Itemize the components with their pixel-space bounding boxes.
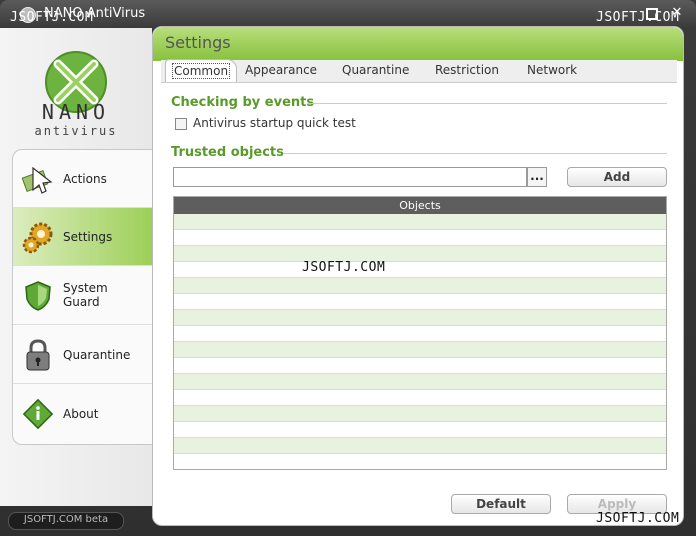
sidebar-item-label: System Guard (63, 281, 108, 309)
section-title-trusted: Trusted objects (171, 145, 284, 160)
settings-panel: Settings Common Appearance Quarantine Re… (152, 26, 684, 526)
padlock-icon (26, 339, 50, 371)
table-row[interactable] (174, 262, 666, 278)
tab-restriction[interactable]: Restriction (435, 63, 499, 77)
table-row[interactable] (174, 390, 666, 406)
startup-check-label: Antivirus startup quick test (193, 116, 356, 130)
sidebar-nav: Actions Settings System Guard Quarantine… (12, 149, 152, 445)
table-row[interactable] (174, 454, 666, 469)
tab-quarantine[interactable]: Quarantine (342, 63, 409, 77)
sidebar-item-label: Settings (63, 230, 113, 244)
tab-label: Common (172, 63, 231, 79)
section-title-checking: Checking by events (171, 95, 315, 110)
settings-tabs: Common Appearance Quarantine Restriction… (161, 59, 677, 83)
info-icon (22, 398, 54, 430)
table-row[interactable] (174, 406, 666, 422)
startup-check-checkbox[interactable] (175, 118, 187, 130)
sidebar-item-label: Quarantine (63, 348, 131, 362)
watermark: JSOFTJ.COM (596, 511, 680, 526)
watermark: JSOFTJ.COM (10, 10, 94, 25)
table-row[interactable] (174, 342, 666, 358)
panel-header: Settings (153, 27, 683, 61)
default-button[interactable]: Default (451, 494, 551, 514)
app-window: NANO AntiVirus ✕ JSOFTJ.COM JSOFTJ.COM N… (0, 0, 696, 536)
actions-icon (21, 166, 53, 194)
sidebar-item-label: About (63, 407, 99, 421)
table-row[interactable] (174, 422, 666, 438)
gears-icon (22, 222, 53, 254)
table-row[interactable] (174, 438, 666, 454)
panel-title: Settings (165, 33, 231, 52)
sidebar-item-label: Actions (63, 172, 107, 186)
table-row[interactable] (174, 326, 666, 342)
sidebar-item-quarantine[interactable]: Quarantine (13, 326, 152, 384)
table-row[interactable] (174, 230, 666, 246)
table-row[interactable] (174, 310, 666, 326)
sidebar: NANO antivirus Actions Settings System G… (0, 28, 152, 506)
table-header-objects: Objects (174, 197, 666, 214)
tab-appearance[interactable]: Appearance (245, 63, 317, 77)
sidebar-item-actions[interactable]: Actions (13, 150, 152, 208)
section-divider (283, 153, 667, 154)
brand-name: NANO (41, 100, 111, 124)
table-row[interactable] (174, 374, 666, 390)
table-row[interactable] (174, 358, 666, 374)
tab-network[interactable]: Network (527, 63, 577, 77)
tab-common[interactable]: Common (165, 59, 238, 82)
table-row[interactable] (174, 294, 666, 310)
sidebar-item-about[interactable]: About (13, 385, 152, 443)
watermark: JSOFTJ.COM (596, 10, 680, 25)
table-row[interactable] (174, 214, 666, 230)
add-button[interactable]: Add (567, 167, 667, 187)
version-text: JSOFTJ.COM beta (23, 514, 109, 525)
sidebar-item-settings[interactable]: Settings (13, 208, 152, 266)
shield-icon (25, 281, 51, 311)
brand-subtitle: antivirus (34, 124, 118, 138)
browse-button[interactable]: ... (527, 167, 547, 187)
sidebar-item-system-guard[interactable]: System Guard (13, 267, 152, 325)
trusted-path-input[interactable] (173, 167, 527, 187)
section-divider (307, 103, 667, 104)
version-badge: JSOFTJ.COM beta (8, 512, 124, 530)
table-row[interactable] (174, 278, 666, 294)
table-row[interactable] (174, 246, 666, 262)
watermark: JSOFTJ.COM (302, 260, 386, 275)
trusted-objects-table[interactable]: Objects JSOFTJ.COM (173, 196, 667, 470)
